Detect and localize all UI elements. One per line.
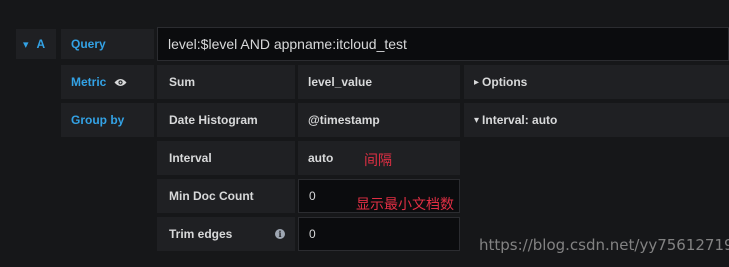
metric-field[interactable]: level_value (298, 65, 460, 99)
group-by-label: Group by (61, 103, 154, 137)
trim-edges-label: Trim edges i (157, 217, 295, 251)
chevron-down-icon: ▾ (474, 114, 480, 126)
group-by-interval-label: Interval: auto (482, 113, 558, 127)
trim-edges-input[interactable]: 0 (298, 217, 460, 251)
collapse-toggle[interactable]: ▾ A (16, 29, 56, 59)
interval-annotation: 间隔 (364, 153, 392, 169)
query-input[interactable]: level:$level AND appname:itcloud_test (157, 27, 729, 61)
metric-options-label: Options (482, 75, 528, 89)
group-by-interval-toggle[interactable]: ▾ Interval: auto (464, 103, 729, 137)
interval-label: Interval (157, 141, 295, 175)
watermark: https://blog.csdn.net/yy756127197 (479, 236, 729, 254)
metric-label: Metric (61, 65, 154, 99)
min-doc-count-annotation: 显示最小文档数 (356, 197, 454, 213)
min-doc-count-label: Min Doc Count (157, 179, 295, 213)
query-label: Query (61, 29, 154, 59)
query-editor: ▾ A Query level:$level AND appname:itclo… (0, 0, 729, 267)
metric-type[interactable]: Sum (157, 65, 295, 99)
chevron-right-icon: ▸ (474, 76, 480, 88)
eye-icon[interactable] (114, 78, 127, 87)
group-by-type[interactable]: Date Histogram (157, 103, 295, 137)
metric-options-toggle[interactable]: ▸ Options (464, 65, 729, 99)
trim-edges-label-text: Trim edges (169, 227, 233, 241)
info-icon[interactable]: i (275, 229, 285, 239)
group-by-field[interactable]: @timestamp (298, 103, 460, 137)
chevron-down-icon: ▾ (23, 38, 29, 51)
metric-label-text: Metric (71, 75, 107, 89)
query-ref-id: A (36, 37, 46, 51)
